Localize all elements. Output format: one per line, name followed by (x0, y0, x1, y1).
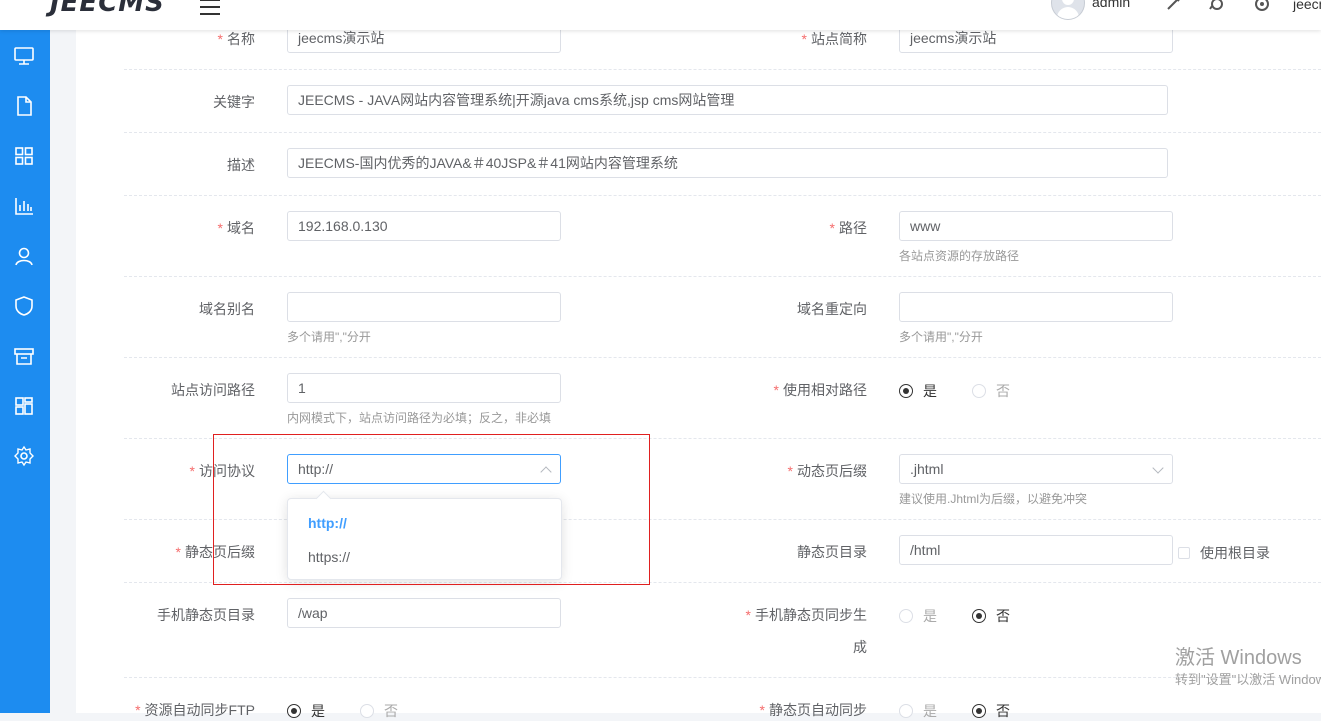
modules-icon[interactable] (13, 395, 37, 419)
wrench-icon[interactable] (1165, 0, 1181, 12)
mobile-sync-no-radio[interactable]: 否 (972, 606, 1010, 626)
windows-watermark-subtitle: 转到"设置"以激活 Windows。 (1175, 672, 1321, 687)
chevron-down-icon (1152, 462, 1164, 474)
mobile-static-dir-label: 手机静态页目录 (157, 607, 255, 623)
description-input[interactable]: JEECMS-国内优秀的JAVA&＃40JSP&＃41网站内容管理系统 (287, 148, 1168, 178)
gear-icon[interactable] (13, 445, 37, 469)
keywords-input[interactable]: JEECMS - JAVA网站内容管理系统|开源java cms系统,jsp c… (287, 85, 1168, 115)
shield-icon[interactable] (13, 295, 37, 319)
use-root-dir-checkbox[interactable]: 使用根目录 (1178, 543, 1270, 563)
windows-watermark-title: 激活 Windows (1175, 647, 1302, 669)
domain-redirect-input[interactable] (899, 292, 1173, 322)
ftp-sync-label: * 资源自动同步FTP (135, 702, 255, 718)
domain-redirect-label: 域名重定向 (797, 301, 867, 317)
mobile-static-dir-input[interactable]: /wap (287, 598, 561, 628)
domain-alias-input[interactable] (287, 292, 561, 322)
static-dir-input[interactable]: /html (899, 535, 1173, 565)
user-name[interactable]: admin (1092, 0, 1130, 10)
domain-label: * 域名 (217, 220, 255, 236)
protocol-option-http[interactable]: http:// (308, 515, 347, 531)
row-divider (124, 69, 1321, 70)
mobile-sync-yes-radio[interactable]: 是 (899, 606, 937, 626)
static-dir-label: 静态页目录 (797, 544, 867, 560)
app-logo: JEECMS (50, 0, 165, 18)
relative-path-no-radio[interactable]: 否 (972, 381, 1010, 401)
protocol-dropdown: http:// https:// (287, 498, 562, 580)
mobile-sync-label-cont: 成 (853, 639, 867, 655)
dynamic-suffix-value: .jhtml (910, 461, 944, 477)
dynamic-suffix-label: * 动态页后缀 (787, 463, 867, 479)
protocol-select-value: http:// (298, 461, 334, 477)
site-path-label: 站点访问路径 (171, 382, 255, 398)
path-input[interactable]: www (899, 211, 1173, 241)
ftp-sync-yes-radio[interactable]: 是 (287, 701, 325, 721)
row-divider (124, 582, 1321, 583)
chevron-up-icon (540, 466, 552, 478)
ftp-sync-no-radio[interactable]: 否 (360, 701, 398, 721)
row-divider (124, 677, 1321, 678)
site-name-text[interactable]: jeecms演示站 (1293, 0, 1321, 14)
protocol-option-https[interactable]: https:// (308, 549, 350, 565)
static-auto-sync-label: * 静态页自动同步 (759, 702, 867, 718)
relative-path-label: * 使用相对路径 (773, 382, 867, 398)
description-label: 描述 (227, 157, 255, 173)
top-bar: JEECMS admin jeecms演示站 (0, 0, 1321, 30)
path-label: * 路径 (829, 220, 867, 236)
domain-input[interactable]: 192.168.0.130 (287, 211, 561, 241)
row-divider (124, 195, 1321, 196)
protocol-label: * 访问协议 (189, 463, 255, 479)
protocol-select[interactable]: http:// (287, 454, 561, 484)
site-path-hint: 内网模式下，站点访问路径为必填；反之，非必填 (287, 411, 552, 425)
sidebar (0, 30, 50, 713)
name-label: * 名称 (217, 31, 255, 47)
domain-redirect-hint: 多个请用","分开 (899, 330, 983, 344)
archive-icon[interactable] (13, 345, 37, 369)
row-divider (124, 276, 1321, 277)
grid-icon[interactable] (13, 145, 37, 169)
row-divider (124, 357, 1321, 358)
user-icon[interactable] (13, 245, 37, 269)
dynamic-suffix-hint: 建议使用.Jhtml为后缀，以避免冲突 (899, 492, 1088, 506)
keywords-label: 关键字 (213, 94, 255, 110)
document-icon[interactable] (13, 95, 37, 119)
menu-toggle-icon[interactable] (200, 0, 220, 15)
site-path-input[interactable]: 1 (287, 373, 561, 403)
row-divider (124, 132, 1321, 133)
static-auto-sync-no-radio[interactable]: 否 (972, 701, 1010, 721)
domain-alias-label: 域名别名 (199, 301, 255, 317)
relative-path-yes-radio[interactable]: 是 (899, 381, 937, 401)
mobile-sync-label: * 手机静态页同步生 (745, 607, 867, 623)
power-icon[interactable] (1254, 0, 1270, 12)
short-name-label: * 站点简称 (801, 31, 867, 47)
static-suffix-label: * 静态页后缀 (175, 544, 255, 560)
refresh-icon[interactable] (1209, 0, 1225, 12)
domain-alias-hint: 多个请用","分开 (287, 330, 371, 344)
monitor-icon[interactable] (13, 45, 37, 69)
static-auto-sync-yes-radio[interactable]: 是 (899, 701, 937, 721)
avatar[interactable] (1051, 0, 1085, 20)
dynamic-suffix-select[interactable]: .jhtml (899, 454, 1173, 484)
row-divider (124, 438, 1321, 439)
bar-chart-icon[interactable] (13, 195, 37, 219)
path-hint: 各站点资源的存放路径 (899, 249, 1020, 263)
